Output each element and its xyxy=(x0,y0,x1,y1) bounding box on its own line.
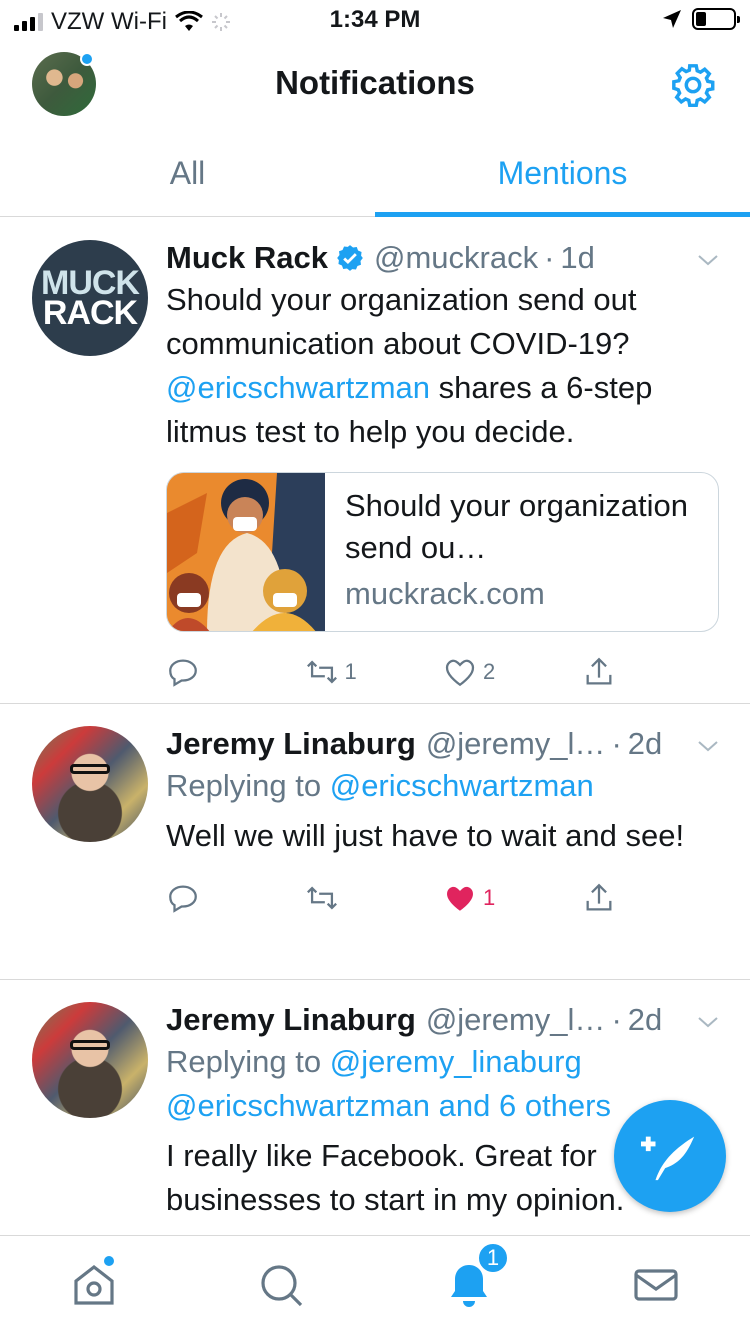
status-time: 1:34 PM xyxy=(329,6,421,33)
retweet-icon xyxy=(306,886,337,910)
share-button[interactable] xyxy=(582,881,721,915)
separator: · xyxy=(544,240,555,275)
tab-mentions[interactable]: Mentions xyxy=(375,130,750,217)
mention-link[interactable]: @ericschwartzman xyxy=(166,370,430,405)
author-handle: @muckrack xyxy=(373,240,539,275)
chevron-down-icon[interactable] xyxy=(696,1010,720,1034)
like-count: 2 xyxy=(483,659,496,684)
card-domain: muckrack.com xyxy=(345,576,545,611)
avatar-detail xyxy=(70,764,110,774)
tab-all[interactable]: All xyxy=(0,130,375,216)
compose-feather-icon xyxy=(641,1136,695,1181)
author-name[interactable]: Jeremy Linaburg xyxy=(166,1000,416,1040)
page-title: Notifications xyxy=(275,64,475,101)
tweet[interactable]: MUCK RACK Muck Rack @muckrack · 1d Shoul… xyxy=(0,218,750,704)
compose-tweet-button[interactable] xyxy=(614,1100,726,1212)
tweet-header: Jeremy Linaburg @jeremy_l… · 2d xyxy=(166,1000,720,1040)
app-header: Notifications xyxy=(0,40,750,130)
reply-icon xyxy=(169,885,197,913)
chevron-down-icon[interactable] xyxy=(696,248,720,272)
search-icon xyxy=(261,1265,303,1307)
reply-button[interactable] xyxy=(166,881,305,915)
like-button[interactable]: 2 xyxy=(443,655,582,689)
mail-icon xyxy=(634,1269,678,1301)
separator: · xyxy=(611,726,622,761)
status-right xyxy=(662,8,740,30)
avatar[interactable]: MUCK RACK xyxy=(32,240,148,356)
like-button[interactable]: 1 xyxy=(443,881,582,915)
avatar[interactable] xyxy=(32,726,148,842)
location-arrow-icon xyxy=(663,10,681,28)
separator: · xyxy=(611,1002,622,1037)
battery-icon xyxy=(692,8,740,30)
share-icon xyxy=(586,657,611,685)
mention-link[interactable]: @ericschwartzman xyxy=(330,768,594,803)
reply-prefix: Replying to xyxy=(166,768,330,803)
link-card[interactable]: Should your organization send ou… muckra… xyxy=(166,472,719,632)
tweet-actions: 1 2 xyxy=(166,654,720,690)
reply-button[interactable] xyxy=(166,655,305,689)
replying-to: Replying to @ericschwartzman xyxy=(166,764,720,808)
author-handle: @jeremy_l… xyxy=(425,726,606,761)
reply-icon xyxy=(169,659,197,687)
notification-tabs: All Mentions xyxy=(0,130,750,217)
nav-home[interactable] xyxy=(0,1236,188,1334)
notification-feed[interactable]: MUCK RACK Muck Rack @muckrack · 1d Shoul… xyxy=(0,218,750,1235)
nav-messages[interactable] xyxy=(563,1236,750,1334)
verified-badge-icon xyxy=(337,245,363,271)
retweet-count: 1 xyxy=(344,659,357,684)
author-name[interactable]: Jeremy Linaburg xyxy=(166,724,416,764)
retweet-icon xyxy=(306,660,337,684)
avatar-detail xyxy=(70,1040,110,1050)
retweet-button[interactable] xyxy=(305,881,444,915)
avatar[interactable] xyxy=(32,1002,148,1118)
share-button[interactable] xyxy=(582,655,721,689)
text-segment: Should your organization send out commun… xyxy=(166,282,637,361)
author-handle: @jeremy_l… xyxy=(425,1002,606,1037)
settings-gear-icon[interactable] xyxy=(670,62,716,108)
notification-badge: 1 xyxy=(477,1242,509,1274)
chevron-down-icon[interactable] xyxy=(696,734,720,758)
heart-icon xyxy=(445,659,475,687)
bottom-tab-bar: 1 xyxy=(0,1235,750,1334)
status-bar: VZW Wi-Fi 1:34 PM xyxy=(0,0,750,40)
tweet-text: Well we will just have to wait and see! xyxy=(166,818,685,853)
retweet-button[interactable]: 1 xyxy=(305,655,444,689)
tweet-header: Jeremy Linaburg @jeremy_l… · 2d xyxy=(166,724,720,764)
tweet-time: 2d xyxy=(627,1002,663,1037)
tweet-actions: 1 xyxy=(166,880,720,916)
tweet-time: 1d xyxy=(560,240,595,275)
card-body: Should your organization send ou… muckra… xyxy=(325,473,718,631)
heart-filled-icon xyxy=(447,886,473,911)
unread-dot xyxy=(102,1254,116,1268)
tweet-text: Should your organization send out commun… xyxy=(166,278,720,454)
nav-search[interactable] xyxy=(188,1236,376,1334)
card-title: Should your organization send ou… xyxy=(345,488,688,565)
reply-prefix: Replying to xyxy=(166,1044,330,1079)
tweet-time: 2d xyxy=(627,726,663,761)
share-icon xyxy=(586,883,611,911)
card-thumbnail xyxy=(167,473,325,631)
tweet[interactable]: Jeremy Linaburg @jeremy_l… · 2d Replying… xyxy=(0,704,750,980)
nav-notifications[interactable]: 1 xyxy=(375,1236,563,1334)
tweet-header: Muck Rack @muckrack · 1d xyxy=(166,238,720,278)
avatar-text: RACK xyxy=(42,294,138,332)
home-icon xyxy=(74,1264,114,1305)
author-name[interactable]: Muck Rack xyxy=(166,238,328,278)
like-count: 1 xyxy=(483,885,496,910)
